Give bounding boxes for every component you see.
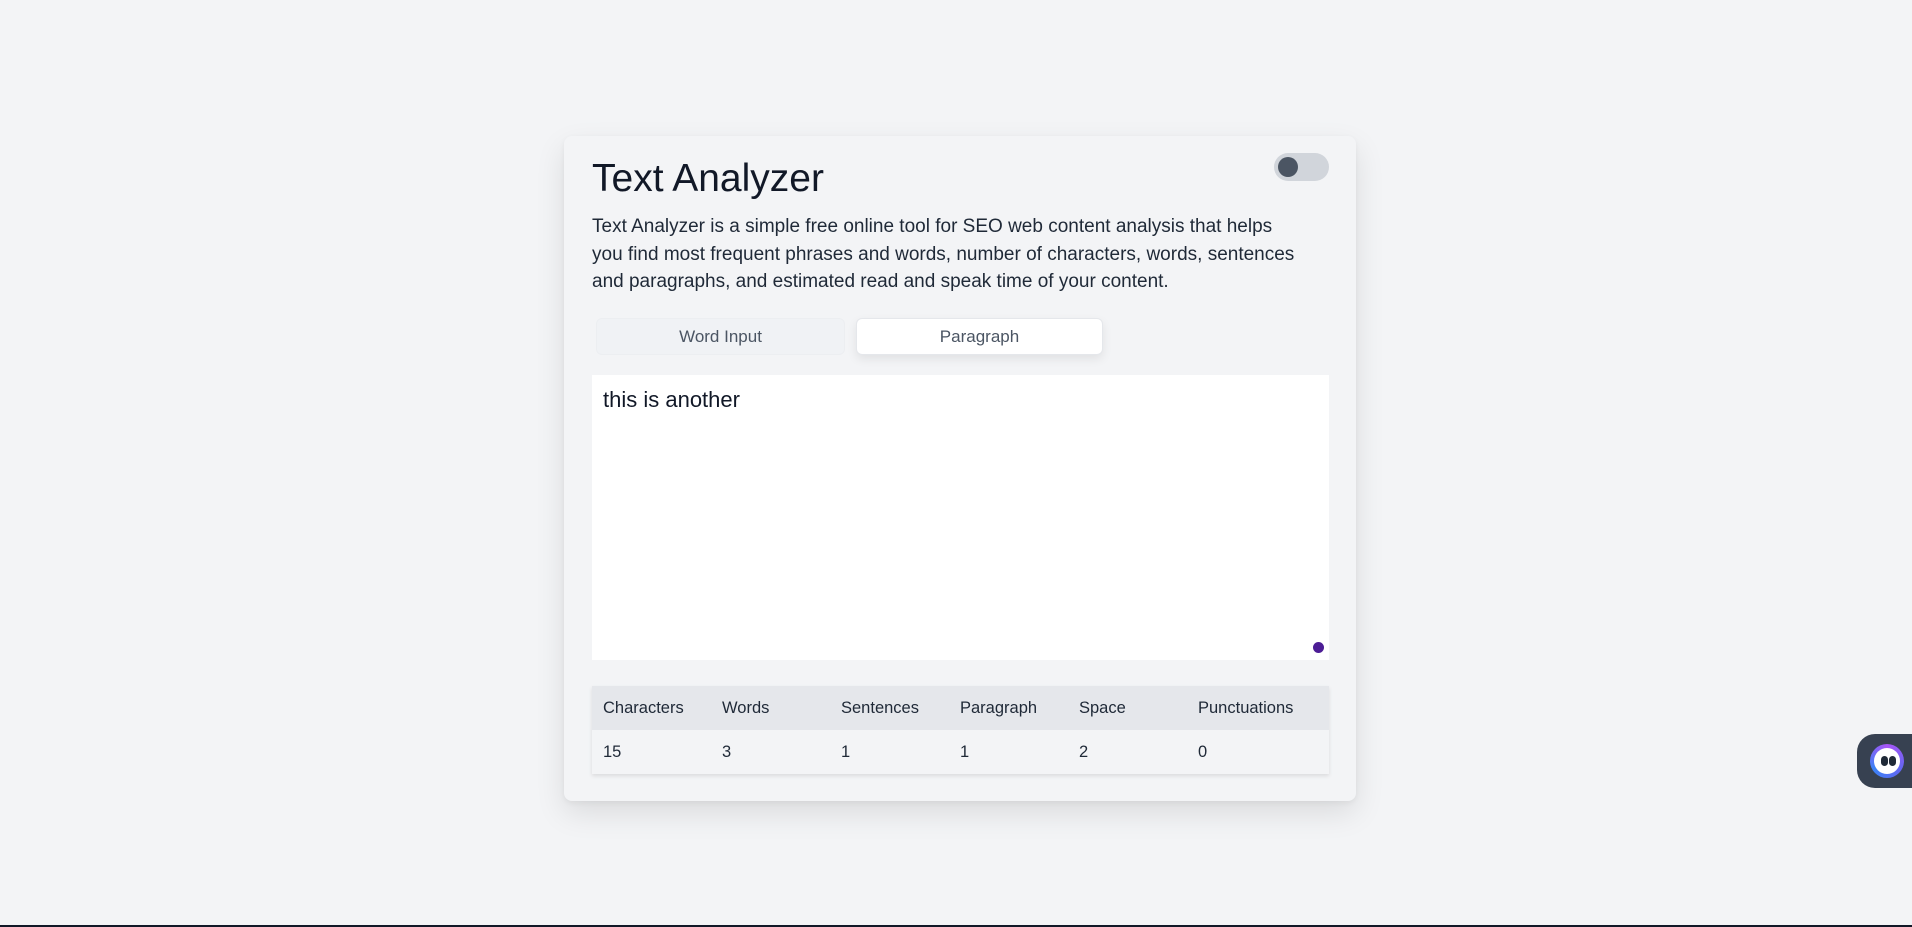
assistant-face-icon [1870, 744, 1904, 778]
text-analyzer-card: Text Analyzer Text Analyzer is a simple … [564, 136, 1356, 801]
stats-header-paragraph: Paragraph [960, 698, 1038, 717]
stats-header-words: Words [722, 698, 770, 717]
stats-header-sentences: Sentences [841, 698, 919, 717]
stats-value-paragraph: 1 [960, 742, 970, 761]
assistant-eye-right [1889, 756, 1896, 766]
app-description: Text Analyzer is a simple free online to… [592, 216, 1295, 292]
stats-header-space: Space [1079, 698, 1126, 717]
tab-paragraph[interactable]: Paragraph [856, 318, 1103, 355]
stats-header-row: Characters Words Sentences Paragraph Spa… [592, 686, 1329, 730]
stats-value-sentences: 1 [841, 742, 851, 761]
tab-word-input[interactable]: Word Input [596, 318, 845, 355]
stats-value-space: 2 [1079, 742, 1089, 761]
stats-table: Characters Words Sentences Paragraph Spa… [592, 686, 1329, 774]
page-title: Text Analyzer [592, 157, 824, 200]
resize-handle-icon[interactable] [1313, 642, 1324, 653]
text-input-area[interactable]: this is another [592, 375, 1329, 660]
stats-header-characters: Characters [603, 698, 684, 717]
stats-value-row: 15 3 1 1 2 0 [592, 730, 1329, 774]
theme-toggle[interactable] [1274, 153, 1329, 181]
stats-header-punctuations: Punctuations [1198, 698, 1294, 717]
toggle-knob-icon [1278, 157, 1298, 177]
stats-value-characters: 15 [603, 742, 622, 761]
assistant-button[interactable] [1857, 734, 1912, 788]
stats-value-punctuations: 0 [1198, 742, 1208, 761]
assistant-eye-left [1881, 756, 1888, 766]
assistant-face-inner [1874, 748, 1900, 774]
stats-value-words: 3 [722, 742, 732, 761]
